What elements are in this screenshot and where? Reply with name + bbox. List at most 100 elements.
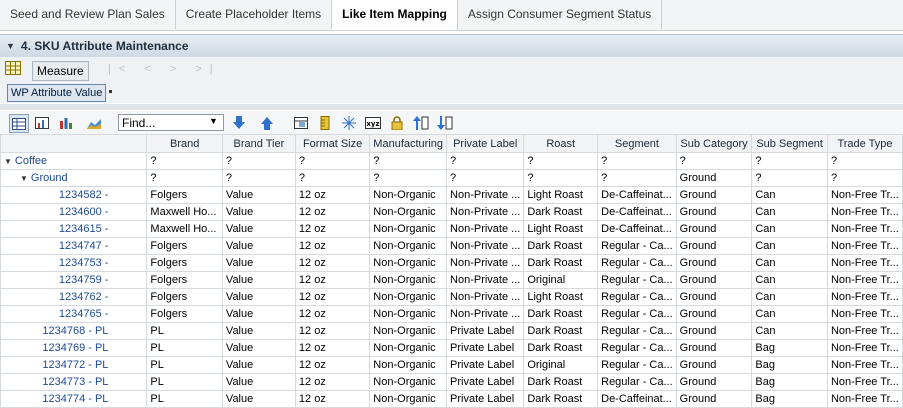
row-header[interactable]: 1234600 - [0, 203, 148, 221]
tab-like-item-mapping[interactable]: Like Item Mapping [332, 0, 458, 30]
grid-cell[interactable]: Ground [675, 288, 753, 306]
grid-cell[interactable]: Non-Free Tr... [826, 322, 903, 340]
select-cells-icon[interactable] [292, 114, 310, 131]
grid-cell[interactable]: Non-Organic [369, 288, 448, 306]
grid-cell[interactable]: Non-Organic [369, 356, 448, 374]
grid-cell[interactable]: Ground [675, 254, 753, 272]
grid-cell[interactable]: 12 oz [294, 203, 371, 221]
row-header[interactable]: ▼ Coffee [0, 152, 148, 170]
grid-cell[interactable]: Non-Private ... [446, 254, 525, 272]
grid-cell[interactable]: 12 oz [294, 390, 371, 408]
row-header[interactable]: 1234773 - PL [0, 373, 148, 391]
grid-cell[interactable]: Value [221, 390, 296, 408]
grid-cell[interactable]: Can [751, 203, 828, 221]
grid-cell[interactable]: PL [146, 339, 223, 357]
grid-cell[interactable]: ? [294, 152, 371, 170]
expand-chevron-icon[interactable]: ▼ [4, 157, 12, 166]
grid-cell[interactable]: Ground [675, 237, 753, 255]
grid-cell[interactable]: Regular - Ca... [597, 288, 677, 306]
grid-cell[interactable]: ? [294, 169, 371, 187]
grid-cell[interactable]: Ground [675, 322, 753, 340]
grid-cell[interactable]: ? [751, 152, 828, 170]
grid-cell[interactable]: ? [146, 169, 223, 187]
grid-cell[interactable]: Dark Roast [523, 339, 599, 357]
grid-cell[interactable]: Value [221, 186, 296, 204]
grid-cell[interactable]: ? [523, 169, 599, 187]
sort-descending-icon[interactable] [436, 114, 454, 131]
grid-cell[interactable]: Original [523, 271, 599, 289]
grid-cell[interactable]: Non-Organic [369, 390, 448, 408]
grid-cell[interactable]: ? [751, 169, 828, 187]
grid-cell[interactable]: Non-Organic [369, 220, 448, 238]
grid-cell[interactable]: Folgers [146, 271, 223, 289]
grid-cell[interactable]: Non-Organic [369, 254, 448, 272]
grid-cell[interactable]: PL [146, 390, 223, 408]
column-header[interactable]: Sub Segment [751, 134, 828, 153]
grid-cell[interactable]: Regular - Ca... [597, 339, 677, 357]
row-header[interactable]: 1234753 - [0, 254, 148, 272]
bar-chart-icon[interactable] [57, 114, 75, 131]
grid-cell[interactable]: Non-Free Tr... [826, 254, 903, 272]
grid-cell[interactable]: Can [751, 254, 828, 272]
column-header[interactable]: Format Size [294, 134, 371, 153]
grid-cell[interactable]: Light Roast [523, 288, 599, 306]
grid-cell[interactable]: ? [221, 169, 296, 187]
grid-cell[interactable]: Non-Free Tr... [826, 288, 903, 306]
grid-cell[interactable]: Private Label [446, 322, 525, 340]
grid-cell[interactable]: Value [221, 220, 296, 238]
table-view-icon[interactable] [9, 114, 29, 133]
grid-cell[interactable]: Non-Free Tr... [826, 305, 903, 323]
grid-cell[interactable]: Regular - Ca... [597, 271, 677, 289]
grid-cell[interactable]: 12 oz [294, 237, 371, 255]
row-header[interactable]: 1234762 - [0, 288, 148, 306]
grid-cell[interactable]: Regular - Ca... [597, 305, 677, 323]
grid-cell[interactable]: ? [369, 152, 448, 170]
row-header[interactable]: 1234582 - [0, 186, 148, 204]
grid-cell[interactable]: Ground [675, 271, 753, 289]
grid-cell[interactable]: Folgers [146, 305, 223, 323]
grid-cell[interactable]: ? [523, 152, 599, 170]
grid-cell[interactable]: ? [221, 152, 296, 170]
grid-cell[interactable]: Can [751, 220, 828, 238]
grid-cell[interactable]: Ground [675, 305, 753, 323]
grid-cell[interactable]: ? [446, 169, 525, 187]
grid-cell[interactable]: Non-Organic [369, 186, 448, 204]
grid-cell[interactable]: Value [221, 373, 296, 391]
grid-cell[interactable]: Non-Private ... [446, 288, 525, 306]
grid-cell[interactable]: Can [751, 237, 828, 255]
grid-cell[interactable]: Dark Roast [523, 237, 599, 255]
grid-cell[interactable]: Non-Organic [369, 237, 448, 255]
area-chart-icon[interactable] [85, 114, 103, 131]
grid-cell[interactable]: Non-Free Tr... [826, 373, 903, 391]
measure-chip-wp-attribute-value[interactable]: WP Attribute Value [7, 84, 107, 102]
grid-cell[interactable]: ? [826, 152, 903, 170]
expand-chevron-icon[interactable]: ▼ [20, 174, 28, 183]
grid-cell[interactable]: Non-Free Tr... [826, 220, 903, 238]
grid-cell[interactable]: Can [751, 186, 828, 204]
grid-cell[interactable]: Value [221, 237, 296, 255]
find-next-down-icon[interactable] [230, 114, 248, 131]
grid-cell[interactable]: Dark Roast [523, 373, 599, 391]
tab-seed-review[interactable]: Seed and Review Plan Sales [0, 0, 176, 29]
grid-cell[interactable]: Folgers [146, 254, 223, 272]
grid-cell[interactable]: Value [221, 322, 296, 340]
grid-cell[interactable]: 12 oz [294, 220, 371, 238]
grid-cell[interactable]: Regular - Ca... [597, 322, 677, 340]
grid-cell[interactable]: ? [826, 169, 903, 187]
grid-cell[interactable]: Value [221, 203, 296, 221]
grid-cell[interactable]: Folgers [146, 237, 223, 255]
grid-cell[interactable]: Value [221, 356, 296, 374]
grid-cell[interactable]: PL [146, 322, 223, 340]
grid-cell[interactable]: Non-Private ... [446, 237, 525, 255]
measure-button[interactable]: Measure [32, 61, 89, 81]
grid-cell[interactable]: Value [221, 254, 296, 272]
grid-cell[interactable]: Value [221, 271, 296, 289]
row-header[interactable]: 1234774 - PL [0, 390, 148, 408]
row-header[interactable]: 1234747 - [0, 237, 148, 255]
grid-cell[interactable]: Value [221, 288, 296, 306]
grid-cell[interactable]: Light Roast [523, 186, 599, 204]
ruler-icon[interactable] [316, 114, 334, 131]
column-header[interactable]: Segment [597, 134, 677, 153]
grid-cell[interactable]: Value [221, 305, 296, 323]
grid-cell[interactable]: Can [751, 271, 828, 289]
